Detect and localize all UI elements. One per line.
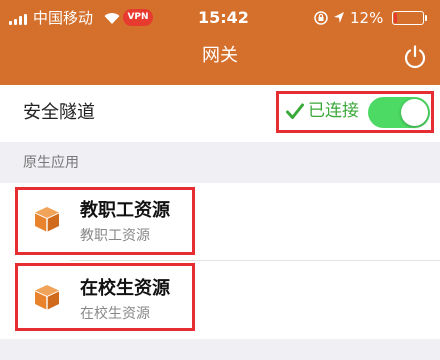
checkmark-icon [286,103,304,119]
page-title: 网关 [202,45,238,66]
vpn-badge: VPN [124,10,152,25]
box-icon [35,207,59,232]
app-header: 中国移动 VPN 15:42 12% 网关 [0,0,440,85]
list-item[interactable]: 教职工资源 教职工资源 [0,183,440,261]
tunnel-status-highlight: 已连接 [276,91,434,133]
gateway-app: 中国移动 VPN 15:42 12% 网关 安全隧道 已连接 原生应用 教职工资… [0,0,440,360]
box-icon [35,285,59,310]
app-subtitle: 在校生资源 [80,306,150,322]
signal-icon [9,14,29,25]
list-item[interactable]: 在校生资源 在校生资源 [0,261,440,339]
status-bar: 中国移动 VPN 15:42 12% [0,0,440,34]
native-app-list: 教职工资源 教职工资源 在校生资源 在校生资源 [0,183,440,339]
tunnel-status-text: 已连接 [308,101,359,121]
toggle-knob [401,99,428,126]
battery-level [394,13,397,23]
secure-tunnel-row: 安全隧道 已连接 [0,85,440,142]
battery-icon [392,11,424,25]
app-subtitle: 教职工资源 [80,228,150,244]
section-header: 原生应用 [23,155,79,171]
app-name: 教职工资源 [80,200,170,221]
battery-tip [425,15,427,21]
location-icon [334,12,344,23]
rotation-lock-icon [314,11,328,25]
tunnel-toggle[interactable] [368,97,430,128]
status-time: 15:42 [198,8,249,27]
power-icon[interactable] [402,44,428,70]
carrier-name: 中国移动 [33,9,94,27]
app-name: 在校生资源 [80,278,170,299]
tunnel-label: 安全隧道 [23,102,95,123]
battery-percent: 12% [350,9,384,27]
wifi-icon [104,13,120,24]
